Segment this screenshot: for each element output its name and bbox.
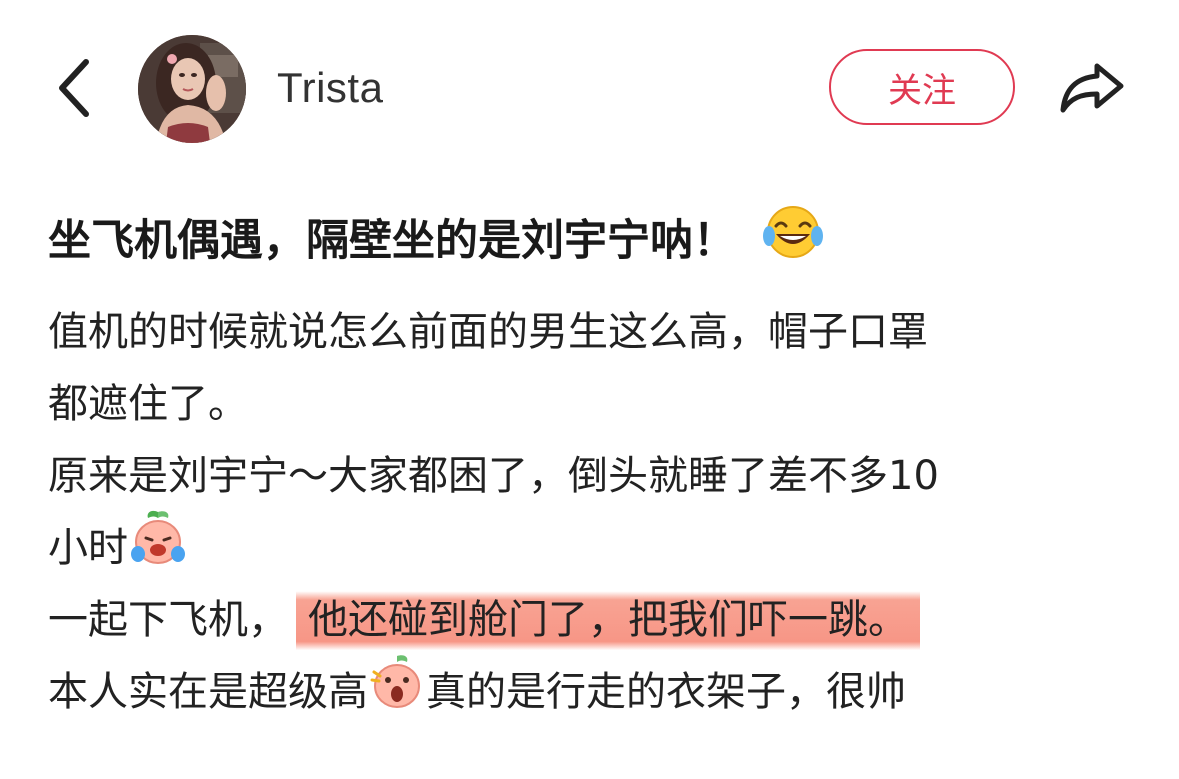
avatar-image bbox=[138, 35, 246, 143]
body-line-text: 小时 bbox=[48, 525, 128, 571]
post-header: Trista 关注 bbox=[0, 0, 1179, 175]
follow-button-label: 关注 bbox=[888, 70, 956, 111]
avatar[interactable] bbox=[138, 35, 246, 143]
post-body: 值机的时候就说怎么前面的男生这么高，帽子口罩 都遮住了。 原来是刘宇宁～大家都困… bbox=[48, 296, 1138, 728]
body-line-text: 都遮住了。 bbox=[48, 381, 248, 427]
body-line: 都遮住了。 bbox=[48, 368, 1138, 440]
highlighted-text: 他还碰到舱门了，把我们吓一跳。 bbox=[296, 584, 920, 656]
body-line-text: 一起下飞机， bbox=[48, 597, 288, 643]
body-line: 小时 bbox=[48, 510, 1138, 584]
body-line-text: 值机的时候就说怎么前面的男生这么高，帽子口罩 bbox=[48, 309, 928, 355]
body-line: 本人实在是超级高 真的是行走的衣架子，很帅 bbox=[48, 654, 1138, 728]
post-title-text: 坐飞机偶遇，隔壁坐的是刘宇宁呐！ bbox=[48, 216, 736, 266]
body-line-text: 真的是行走的衣架子，很帅 bbox=[426, 669, 906, 715]
username[interactable]: Trista bbox=[277, 62, 383, 114]
body-line-text: 原来是刘宇宁～大家都困了，倒头就睡了差不多10 bbox=[48, 453, 939, 499]
back-button[interactable] bbox=[44, 52, 104, 124]
shocked-peach-emoji bbox=[368, 652, 426, 733]
share-button[interactable] bbox=[1052, 52, 1132, 124]
body-line: 一起下飞机， 他还碰到舱门了，把我们吓一跳。 bbox=[48, 584, 1138, 656]
follow-button[interactable]: 关注 bbox=[829, 49, 1015, 125]
body-line: 原来是刘宇宁～大家都困了，倒头就睡了差不多10 bbox=[48, 440, 1138, 512]
tears-of-joy-emoji bbox=[762, 204, 824, 278]
body-line-text: 本人实在是超级高 bbox=[48, 669, 368, 715]
crying-peach-emoji bbox=[128, 508, 188, 589]
chevron-left-icon bbox=[59, 59, 89, 117]
share-arrow-icon bbox=[1060, 63, 1124, 113]
body-line: 值机的时候就说怎么前面的男生这么高，帽子口罩 bbox=[48, 296, 1138, 368]
post-title: 坐飞机偶遇，隔壁坐的是刘宇宁呐！ bbox=[48, 204, 824, 278]
